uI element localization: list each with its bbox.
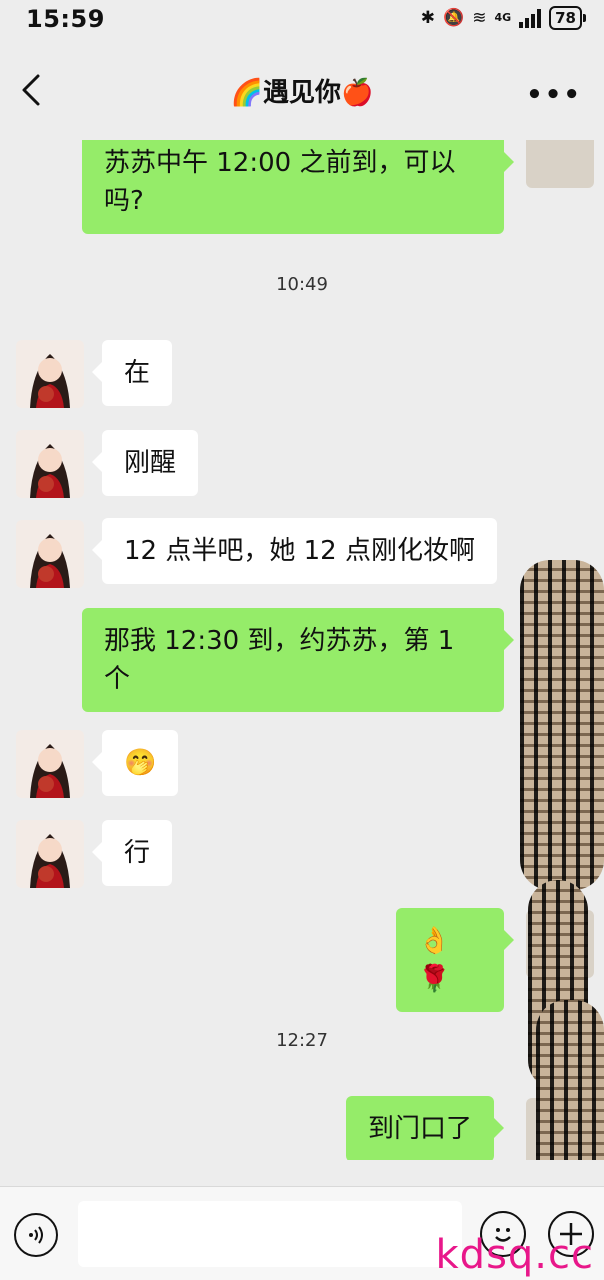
contact-avatar[interactable] [16, 340, 84, 408]
message-bubble-incoming[interactable]: 行 [91, 820, 173, 886]
message-bubble-outgoing[interactable]: 👌🌹 [396, 908, 514, 1012]
redaction-mosaic [536, 1000, 604, 1160]
more-dots-icon[interactable]: ••• [526, 80, 582, 110]
chat-area[interactable]: 苏苏中午 12:00 之前到，可以吗? 10:49 在 刚醒 12 点半吧，她 … [0, 140, 604, 1160]
voice-icon[interactable] [14, 1213, 58, 1257]
message-input[interactable] [78, 1201, 462, 1267]
contact-avatar[interactable] [16, 730, 84, 798]
status-icons: ✱ 🔕 ≋ 4G 78 [420, 6, 586, 30]
battery-indicator: 78 [549, 6, 586, 30]
message-bubble-incoming[interactable]: 🤭 [91, 730, 179, 796]
message-timestamp: 10:49 [276, 274, 328, 295]
bluetooth-icon: ✱ [420, 8, 436, 28]
contact-avatar[interactable] [16, 820, 84, 888]
message-bubble-incoming[interactable]: 在 [91, 340, 173, 406]
message-bubble-outgoing[interactable]: 那我 12:30 到，约苏苏，第 1 个 [82, 608, 514, 712]
contact-avatar[interactable] [16, 520, 84, 588]
chat-header: 🌈遇见你🍎 ••• [0, 40, 604, 140]
mute-bell-icon: 🔕 [443, 8, 465, 28]
message-timestamp: 12:27 [276, 1030, 328, 1051]
status-time: 15:59 [26, 5, 105, 33]
message-bubble-incoming[interactable]: 12 点半吧，她 12 点刚化妆啊 [92, 518, 497, 584]
redaction-mosaic [520, 560, 604, 890]
wifi-icon: ≋ [472, 8, 487, 28]
signal-icon [519, 8, 542, 28]
message-bubble-incoming[interactable]: 刚醒 [91, 430, 199, 496]
message-bubble-outgoing[interactable]: 苏苏中午 12:00 之前到，可以吗? [82, 140, 514, 234]
status-bar: 15:59 ✱ 🔕 ≋ 4G 78 [0, 0, 604, 40]
network-type: 4G [494, 11, 512, 24]
chat-title: 🌈遇见你🍎 [230, 78, 374, 108]
watermark-text: kdsq.cc [435, 1232, 594, 1278]
contact-avatar[interactable] [16, 430, 84, 498]
message-bubble-outgoing[interactable]: 到门口了 [346, 1096, 505, 1160]
self-avatar[interactable] [526, 140, 594, 188]
